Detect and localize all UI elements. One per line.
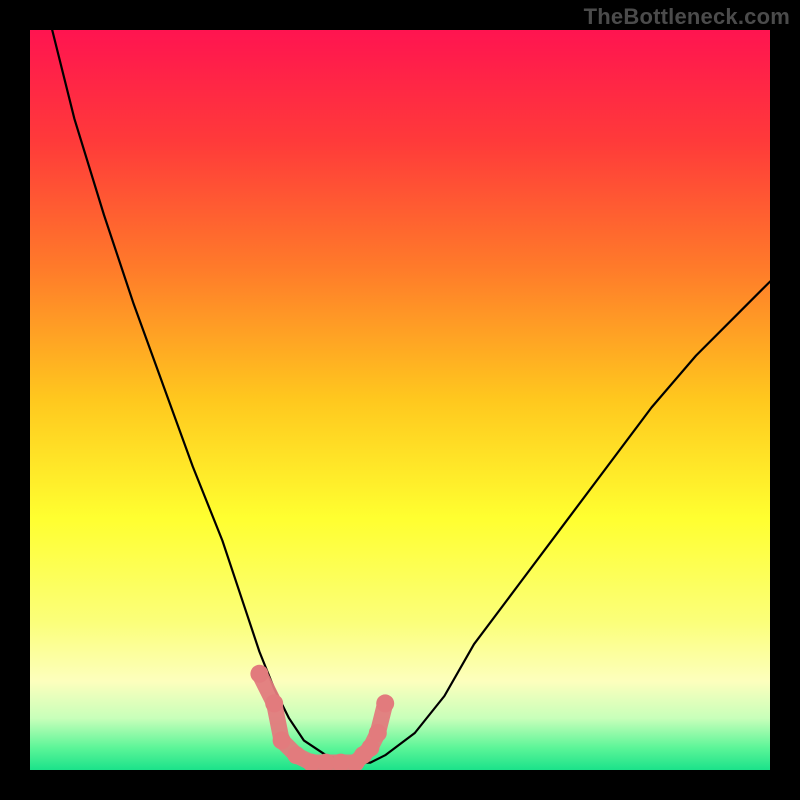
bottleneck-plot [30,30,770,770]
plot-area [30,30,770,770]
attribution-label: TheBottleneck.com [584,4,790,30]
marker-dot [265,694,283,712]
marker-dot [273,731,291,749]
marker-dot [369,724,387,742]
chart-frame: TheBottleneck.com [0,0,800,800]
marker-dot [250,665,268,683]
marker-dot [376,694,394,712]
